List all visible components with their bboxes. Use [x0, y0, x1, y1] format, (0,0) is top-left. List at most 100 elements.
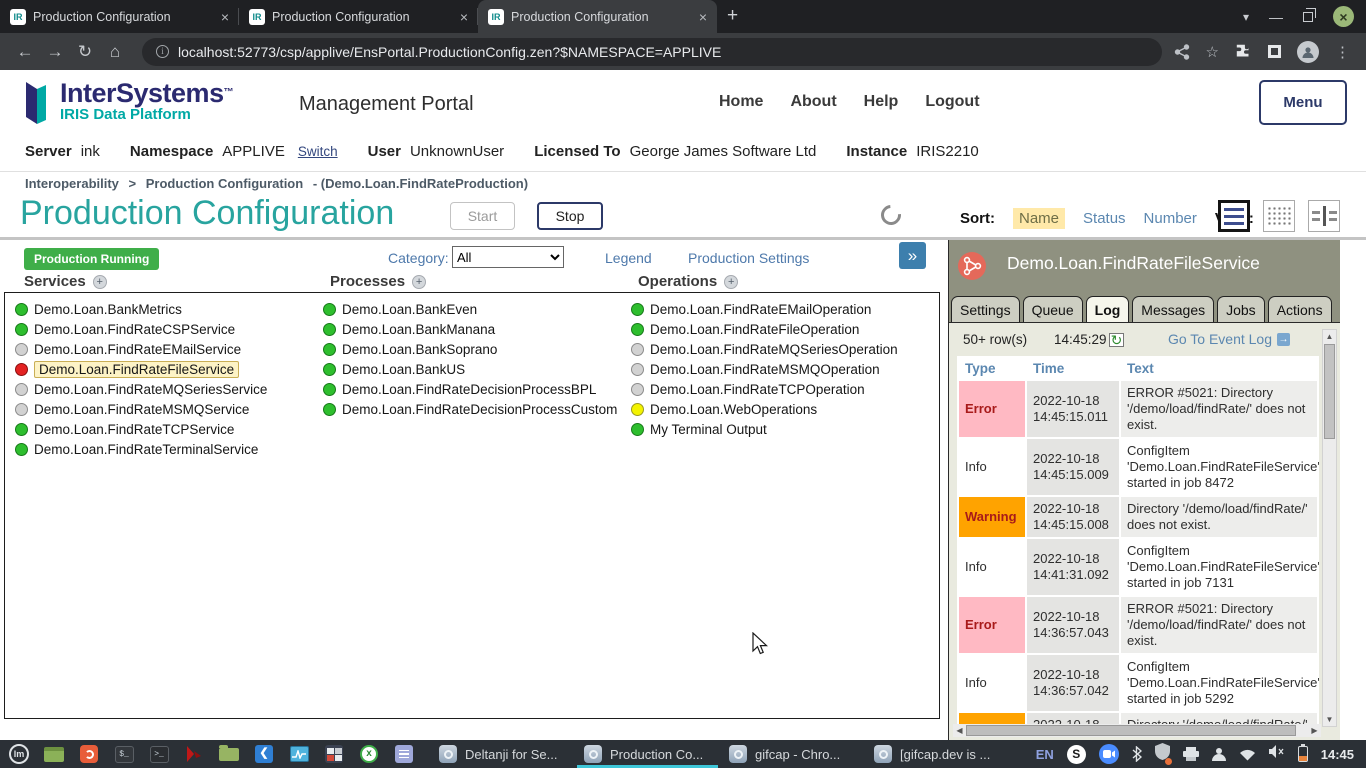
status-dot[interactable] — [631, 423, 644, 436]
item-name[interactable]: Demo.Loan.BankMetrics — [34, 302, 182, 317]
wifi-icon[interactable] — [1239, 748, 1256, 761]
tab-search-icon[interactable]: ▾ — [1243, 10, 1249, 24]
firewall-shield-icon[interactable] — [1155, 743, 1170, 765]
back-icon[interactable]: ← — [10, 42, 40, 62]
scroll-right-icon[interactable]: ▶ — [1308, 726, 1321, 735]
process-item[interactable]: Demo.Loan.FindRateDecisionProcessCustom — [323, 399, 617, 419]
document-app-icon[interactable] — [393, 743, 415, 765]
detail-tab[interactable]: Messages — [1132, 296, 1214, 322]
status-dot[interactable] — [323, 343, 336, 356]
status-dot[interactable] — [15, 343, 28, 356]
log-row[interactable]: Info 2022-10-18 14:41:31.092 ConfigItem … — [959, 539, 1317, 595]
add-process-icon[interactable]: + — [412, 275, 426, 289]
status-dot[interactable] — [15, 383, 28, 396]
log-col-type[interactable]: Type — [959, 358, 1025, 379]
taskbar-window-button[interactable]: gifcap - Chro... — [722, 740, 863, 768]
new-tab-button[interactable]: + — [727, 5, 738, 27]
portal-nav-link[interactable]: Home — [719, 93, 763, 111]
skype-icon[interactable]: S — [1067, 745, 1086, 764]
red-app-icon[interactable] — [183, 743, 205, 765]
menu-button[interactable]: Menu — [1259, 80, 1347, 125]
show-desktop-icon[interactable] — [43, 743, 65, 765]
process-item[interactable]: Demo.Loan.FindRateDecisionProcessBPL — [323, 379, 617, 399]
status-dot[interactable] — [631, 403, 644, 416]
sort-option[interactable]: Status — [1083, 210, 1126, 227]
expand-panel-button[interactable]: » — [899, 242, 926, 269]
mint-menu-button[interactable]: lm — [8, 743, 30, 765]
service-item[interactable]: Demo.Loan.FindRateMQSeriesService — [15, 379, 267, 399]
status-dot[interactable] — [15, 423, 28, 436]
file-manager-icon[interactable] — [218, 743, 240, 765]
portal-nav-link[interactable]: Logout — [925, 93, 979, 111]
item-name[interactable]: Demo.Loan.FindRateTCPService — [34, 422, 234, 437]
status-dot[interactable] — [631, 343, 644, 356]
url-bar[interactable]: i localhost:52773/csp/applive/EnsPortal.… — [142, 38, 1162, 66]
item-name[interactable]: Demo.Loan.BankManana — [342, 322, 495, 337]
detail-tab[interactable]: Settings — [951, 296, 1020, 322]
printer-icon[interactable] — [1183, 747, 1199, 761]
item-name[interactable]: Demo.Loan.FindRateMSMQService — [34, 402, 249, 417]
status-dot[interactable] — [323, 363, 336, 376]
breadcrumb-root-link[interactable]: Interoperability — [25, 176, 119, 191]
operation-item[interactable]: Demo.Loan.FindRateTCPOperation — [631, 379, 898, 399]
home-icon[interactable]: ⌂ — [100, 42, 130, 62]
stop-button[interactable]: Stop — [537, 202, 603, 230]
scrollbar-thumb-horizontal[interactable] — [966, 725, 1296, 736]
grid-view-icon[interactable] — [1263, 200, 1295, 232]
taskbar-window-button[interactable]: Deltanji for Se... — [432, 740, 573, 768]
operation-item[interactable]: Demo.Loan.WebOperations — [631, 399, 898, 419]
item-name[interactable]: Demo.Loan.FindRateTerminalService — [34, 442, 258, 457]
status-dot[interactable] — [323, 303, 336, 316]
status-dot[interactable] — [323, 323, 336, 336]
log-horizontal-scrollbar[interactable]: ◀ ▶ — [953, 724, 1321, 737]
sort-option[interactable]: Name — [1013, 208, 1065, 229]
reload-icon[interactable]: ↻ — [70, 42, 100, 62]
log-vertical-scrollbar[interactable]: ▲ ▼ — [1322, 329, 1337, 727]
log-row[interactable]: Info 2022-10-18 14:45:15.009 ConfigItem … — [959, 439, 1317, 495]
start-button[interactable]: Start — [450, 202, 515, 230]
service-item[interactable]: Demo.Loan.FindRateTCPService — [15, 419, 267, 439]
profile-avatar[interactable] — [1297, 41, 1319, 63]
add-service-icon[interactable]: + — [93, 275, 107, 289]
detail-tab[interactable]: Log — [1086, 296, 1130, 322]
log-col-time[interactable]: Time — [1027, 358, 1119, 379]
item-name[interactable]: Demo.Loan.FindRateDecisionProcessCustom — [342, 402, 617, 417]
status-dot[interactable] — [323, 403, 336, 416]
browser-tab[interactable]: IR Production Configuration × — [478, 0, 717, 33]
vscode-icon[interactable]: ❮ — [253, 743, 275, 765]
item-name[interactable]: Demo.Loan.FindRateDecisionProcessBPL — [342, 382, 596, 397]
browser-menu-kebab-icon[interactable]: ⋮ — [1335, 43, 1350, 61]
item-name[interactable]: My Terminal Output — [650, 422, 767, 437]
production-settings-link[interactable]: Production Settings — [688, 250, 809, 266]
split-view-icon[interactable] — [1308, 200, 1340, 232]
detail-tab[interactable]: Actions — [1268, 296, 1332, 322]
browser-tab[interactable]: IR Production Configuration × — [0, 0, 239, 33]
item-name[interactable]: Demo.Loan.FindRateEMailOperation — [650, 302, 871, 317]
share-icon[interactable] — [1174, 44, 1190, 60]
log-row[interactable]: Error 2022-10-18 14:45:15.011 ERROR #502… — [959, 381, 1317, 437]
user-tray-icon[interactable] — [1212, 747, 1226, 761]
bookmark-star-icon[interactable]: ☆ — [1206, 43, 1219, 61]
scroll-down-icon[interactable]: ▼ — [1323, 713, 1336, 726]
tab-close-icon[interactable]: × — [219, 10, 231, 24]
service-item[interactable]: Demo.Loan.FindRateCSPService — [15, 319, 267, 339]
minimize-icon[interactable]: — — [1269, 9, 1283, 25]
system-monitor-icon[interactable] — [288, 743, 310, 765]
item-name[interactable]: Demo.Loan.FindRateFileService — [34, 361, 239, 378]
operation-item[interactable]: Demo.Loan.FindRateMQSeriesOperation — [631, 339, 898, 359]
item-name[interactable]: Demo.Loan.WebOperations — [650, 402, 817, 417]
item-name[interactable]: Demo.Loan.FindRateEMailService — [34, 342, 241, 357]
status-dot[interactable] — [15, 443, 28, 456]
log-row[interactable]: Warning 2022-10-18 14:45:15.008 Director… — [959, 497, 1317, 537]
libreoffice-icon[interactable]: x — [358, 743, 380, 765]
log-row[interactable]: Info 2022-10-18 14:36:57.042 ConfigItem … — [959, 655, 1317, 711]
extensions-puzzle-icon[interactable] — [1235, 43, 1252, 60]
add-operation-icon[interactable]: + — [724, 275, 738, 289]
log-refresh-icon[interactable]: ↻ — [1109, 333, 1125, 347]
tab-close-icon[interactable]: × — [697, 10, 709, 24]
service-item[interactable]: Demo.Loan.FindRateFileService — [15, 359, 267, 379]
status-dot[interactable] — [631, 363, 644, 376]
operation-item[interactable]: Demo.Loan.FindRateFileOperation — [631, 319, 898, 339]
legend-link[interactable]: Legend — [605, 250, 652, 266]
status-dot[interactable] — [15, 403, 28, 416]
